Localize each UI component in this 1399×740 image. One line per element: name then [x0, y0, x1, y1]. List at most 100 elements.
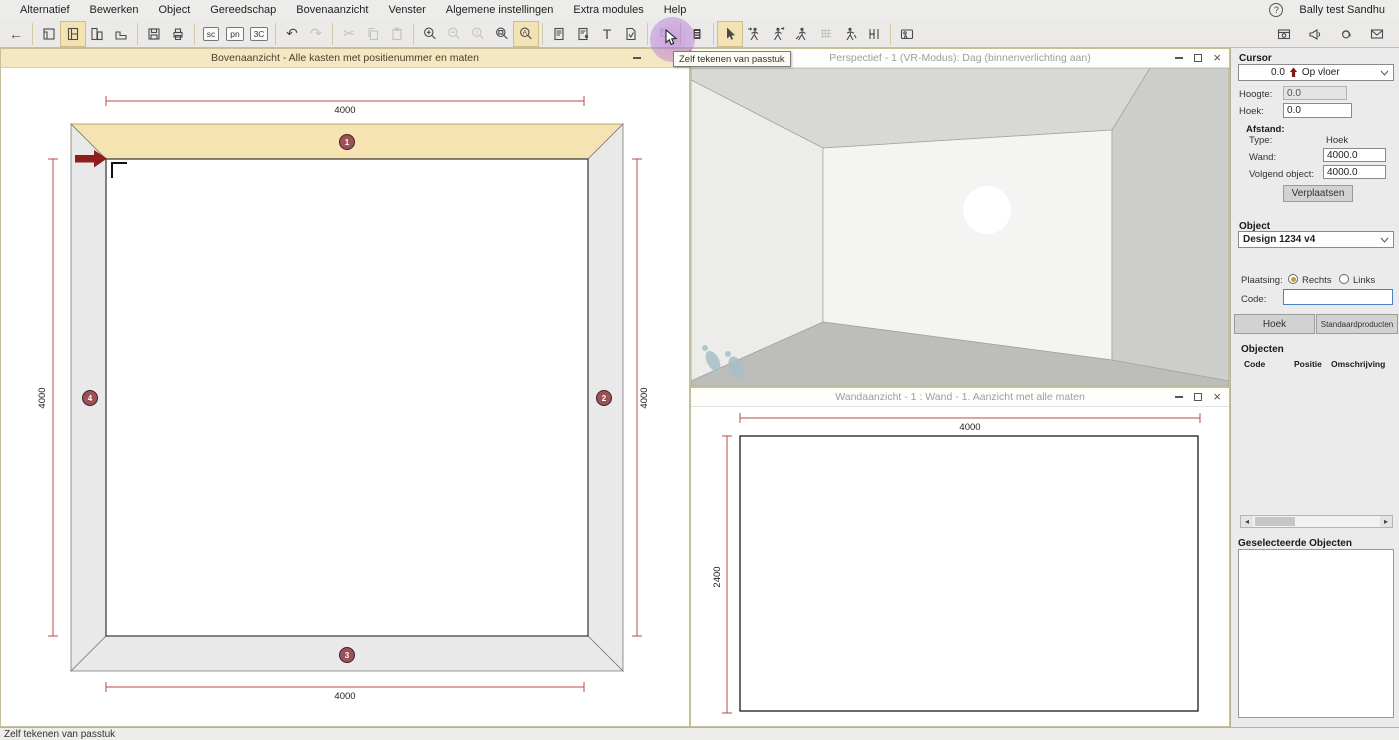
scrollbar-thumb[interactable] — [1255, 517, 1295, 526]
comment-button[interactable] — [571, 22, 595, 46]
room-floor[interactable] — [105, 158, 589, 637]
pointer-button[interactable] — [717, 20, 743, 47]
topview-titlebar[interactable]: Bovenaanzicht - Alle kasten met positien… — [1, 49, 689, 68]
undo-button[interactable]: ↶ — [280, 22, 304, 46]
code-label: Code: — [1241, 294, 1267, 305]
menu-extra-modules[interactable]: Extra modules — [563, 4, 653, 16]
user-name: Bally test Sandhu — [1299, 4, 1385, 16]
draw-passtuk-icon — [746, 26, 762, 42]
menu-bovenaanzicht[interactable]: Bovenaanzicht — [286, 4, 378, 16]
view-top-button[interactable] — [37, 22, 61, 46]
perspective-window: Perspectief - 1 (VR-Modus): Dag (binnenv… — [690, 48, 1230, 387]
text-tool-icon: T — [602, 25, 612, 42]
zoom-actual-icon: 1 — [470, 26, 486, 42]
note-button[interactable] — [547, 22, 571, 46]
standaardproducten-tab-button[interactable]: Standaardproducten — [1316, 314, 1398, 334]
svg-text:2: 2 — [602, 394, 607, 403]
status-bar: Zelf tekenen van passtuk — [0, 727, 1399, 740]
close-button[interactable]: × — [1213, 390, 1221, 403]
c3-button[interactable]: 3C — [247, 22, 271, 46]
photo-button[interactable] — [1272, 22, 1296, 46]
wall-light — [963, 186, 1011, 234]
volgend-object-input[interactable]: 4000.0 — [1323, 165, 1386, 179]
menu-venster[interactable]: Venster — [378, 4, 435, 16]
print-button[interactable] — [166, 22, 190, 46]
wall-badge-1[interactable]: 1 — [339, 134, 355, 150]
menu-help[interactable]: Help — [654, 4, 697, 16]
toolbar-separator — [194, 22, 195, 45]
rechts-radio[interactable] — [1288, 274, 1298, 284]
hoek-input[interactable]: 0.0 — [1283, 103, 1352, 118]
wall-badge-2[interactable]: 2 — [596, 390, 612, 406]
column-header-omschrijving: Omschrijving — [1331, 359, 1386, 369]
svg-text:4: 4 — [88, 394, 93, 403]
menu-bewerken[interactable]: Bewerken — [80, 4, 149, 16]
back-button[interactable]: ← — [4, 22, 28, 46]
menu-gereedschap[interactable]: Gereedschap — [200, 4, 286, 16]
zoom-in-button[interactable] — [418, 22, 442, 46]
dimensions-icon — [866, 26, 882, 42]
view-wall-button[interactable] — [60, 20, 86, 47]
announce-button[interactable] — [1303, 22, 1327, 46]
note-icon — [551, 26, 567, 42]
draw-passtuk-button[interactable] — [742, 22, 766, 46]
minimize-icon — [1175, 396, 1184, 398]
menu-object[interactable]: Object — [148, 4, 200, 16]
object-select[interactable]: Design 1234 v4 — [1238, 231, 1394, 248]
walk-object-button[interactable] — [838, 22, 862, 46]
dim-bottom-label: 4000 — [334, 691, 355, 702]
dim-left-label: 4000 — [37, 387, 48, 408]
menu-alternatief[interactable]: Alternatief — [10, 4, 80, 16]
draw-right-button[interactable] — [766, 22, 790, 46]
verplaatsen-button[interactable]: Verplaatsen — [1283, 185, 1353, 202]
toolbar-separator — [275, 22, 276, 45]
wallview-titlebar[interactable]: Wandaanzicht - 1 : Wand - 1. Aanzicht me… — [691, 388, 1229, 407]
walkthrough-button[interactable] — [895, 22, 919, 46]
mail-button[interactable] — [1365, 22, 1389, 46]
perspective-canvas[interactable] — [691, 68, 1229, 386]
support-button[interactable] — [1334, 22, 1358, 46]
minimize-button[interactable] — [1175, 396, 1184, 398]
dim-width-label: 4000 — [959, 422, 980, 433]
toolbar-separator — [890, 22, 891, 45]
wall-badge-3[interactable]: 3 — [339, 647, 355, 663]
floorplan-canvas[interactable]: 4000 4000 4000 4000 1 2 3 4 — [1, 68, 689, 726]
scroll-right-icon[interactable]: ▸ — [1380, 516, 1392, 527]
template-button[interactable] — [619, 22, 643, 46]
wallview-title: Wandaanzicht - 1 : Wand - 1. Aanzicht me… — [835, 391, 1085, 403]
draw-right-icon — [770, 26, 786, 42]
sc-button[interactable]: sc — [199, 22, 223, 46]
wallview-canvas[interactable]: 4000 2400 — [691, 407, 1229, 726]
help-icon[interactable]: ? — [1269, 3, 1284, 17]
dimensions-button[interactable] — [862, 22, 886, 46]
hoek-tab-button[interactable]: Hoek — [1234, 314, 1315, 334]
view-corner-button[interactable] — [109, 22, 133, 46]
code-input[interactable] — [1283, 289, 1393, 305]
svg-text:A: A — [523, 29, 528, 36]
maximize-button[interactable] — [1194, 54, 1203, 62]
objecten-hscrollbar[interactable]: ◂ ▸ — [1240, 515, 1393, 528]
toolbar-separator — [137, 22, 138, 45]
scroll-left-icon[interactable]: ◂ — [1241, 516, 1253, 527]
zoom-all-button[interactable]: A — [513, 20, 539, 47]
cursor-position-select[interactable]: 0.0 Op vloer — [1238, 64, 1394, 81]
text-tool-button[interactable]: T — [595, 22, 619, 46]
pn-button[interactable]: pn — [223, 22, 247, 46]
menu-algemene-instellingen[interactable]: Algemene instellingen — [436, 4, 564, 16]
zoom-window-button[interactable] — [490, 22, 514, 46]
wand-input[interactable]: 4000.0 — [1323, 148, 1386, 162]
save-button[interactable] — [142, 22, 166, 46]
close-button[interactable]: × — [1213, 51, 1221, 64]
minimize-button[interactable] — [633, 57, 641, 59]
maximize-button[interactable] — [1194, 393, 1203, 401]
view-elevation-button[interactable] — [85, 22, 109, 46]
geselecteerde-listbox[interactable] — [1238, 549, 1394, 718]
draw-left-button[interactable] — [790, 22, 814, 46]
links-radio[interactable] — [1339, 274, 1349, 284]
copy-button — [361, 22, 385, 46]
grid-button — [814, 22, 838, 46]
minimize-button[interactable] — [1175, 57, 1184, 59]
cut-icon: ✂ — [343, 25, 355, 41]
svg-text:3: 3 — [345, 651, 350, 660]
wall-badge-4[interactable]: 4 — [82, 390, 98, 406]
